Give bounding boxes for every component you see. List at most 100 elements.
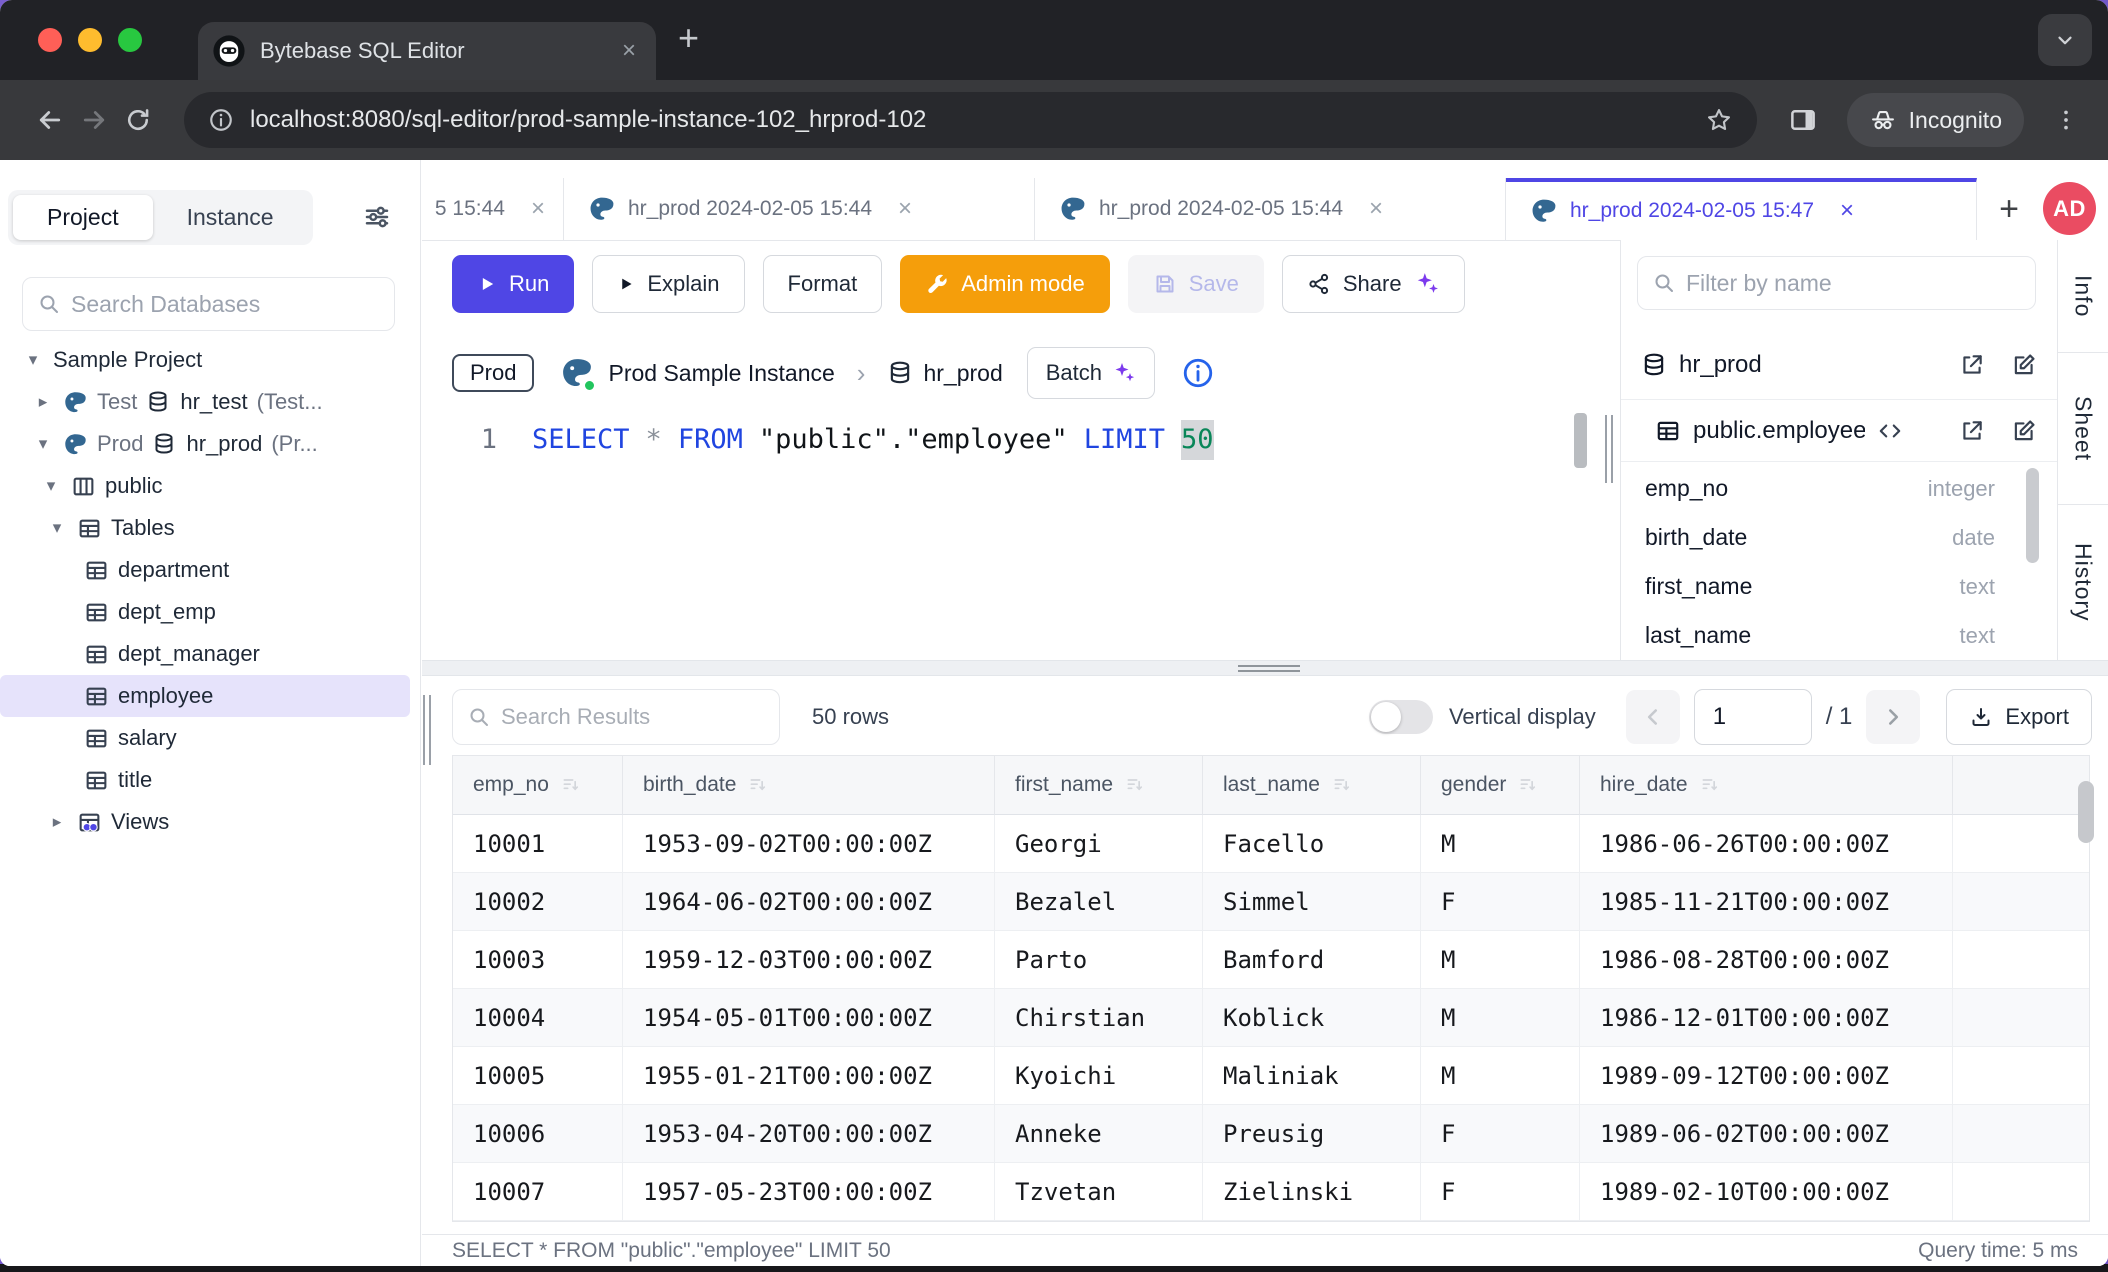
tree-item[interactable]: department: [0, 549, 420, 591]
column-header[interactable]: emp_no: [453, 756, 623, 815]
search-results-input[interactable]: [501, 704, 765, 730]
table-row[interactable]: 10001 1953-09-02T00:00:00Z Georgi Facell…: [453, 815, 2089, 873]
forward-button[interactable]: [72, 98, 116, 142]
sort-icon[interactable]: [1332, 775, 1352, 795]
column-row[interactable]: last_name text: [1621, 611, 2057, 660]
tree-item[interactable]: ▾ Prod hr_prod (Pr...: [0, 423, 420, 465]
side-panel-button[interactable]: [1781, 98, 1825, 142]
explain-button[interactable]: Explain: [592, 255, 744, 313]
tree-item[interactable]: ▾ Tables: [0, 507, 420, 549]
address-bar[interactable]: localhost:8080/sql-editor/prod-sample-in…: [184, 92, 1757, 148]
new-query-tab-button[interactable]: +: [1977, 178, 2041, 241]
close-query-tab-icon[interactable]: ×: [1369, 195, 1383, 223]
share-button[interactable]: Share: [1282, 255, 1465, 313]
tree-item[interactable]: dept_manager: [0, 633, 420, 675]
column-row[interactable]: emp_no integer: [1621, 464, 2057, 513]
close-query-tab-icon[interactable]: ×: [531, 195, 545, 223]
vertical-display-toggle[interactable]: [1369, 700, 1433, 734]
editor-scrollbar[interactable]: [1574, 413, 1587, 468]
sort-icon[interactable]: [748, 775, 768, 795]
column-header[interactable]: birth_date: [623, 756, 995, 815]
table-row[interactable]: 10002 1964-06-02T00:00:00Z Bezalel Simme…: [453, 873, 2089, 931]
run-button[interactable]: Run: [452, 255, 574, 313]
tree-item[interactable]: ▸ Test hr_test (Test...: [0, 381, 420, 423]
close-query-tab-icon[interactable]: ×: [898, 195, 912, 223]
column-header[interactable]: gender: [1421, 756, 1580, 815]
tab-search-chevron-button[interactable]: [2038, 14, 2092, 66]
sidebar-filter-button[interactable]: [362, 202, 392, 232]
export-button[interactable]: Export: [1946, 689, 2092, 745]
browser-tab[interactable]: Bytebase SQL Editor ×: [198, 22, 656, 80]
tree-item[interactable]: title: [0, 759, 420, 801]
batch-button[interactable]: Batch: [1027, 347, 1155, 399]
user-avatar[interactable]: AD: [2043, 182, 2096, 235]
page-number-input[interactable]: [1694, 689, 1812, 745]
site-info-icon[interactable]: [208, 107, 234, 133]
open-external-icon[interactable]: [1959, 418, 1985, 444]
edit-icon[interactable]: [2011, 352, 2037, 378]
table-row[interactable]: 10007 1957-05-23T00:00:00Z Tzvetan Zieli…: [453, 1163, 2089, 1221]
search-databases-input[interactable]: [71, 291, 380, 318]
panel-resize-handle[interactable]: [1605, 415, 1613, 483]
column-row[interactable]: birth_date date: [1621, 513, 2057, 562]
database-name[interactable]: hr_prod: [923, 360, 1002, 387]
results-scrollbar[interactable]: [2078, 781, 2094, 843]
query-tab[interactable]: hr_prod 2024-02-05 15:44 ×: [564, 178, 1035, 240]
tree-item[interactable]: employee: [0, 675, 410, 717]
panel-table-row[interactable]: public.employee: [1621, 400, 2057, 462]
tree-caret-icon[interactable]: ▾: [22, 350, 44, 370]
new-browser-tab-button[interactable]: +: [678, 20, 699, 56]
rail-tab-info[interactable]: Info: [2058, 240, 2108, 353]
rail-tab-history[interactable]: History: [2058, 505, 2108, 659]
tree-caret-icon[interactable]: ▾: [32, 434, 54, 454]
column-row[interactable]: first_name text: [1621, 562, 2057, 611]
tree-item[interactable]: dept_emp: [0, 591, 420, 633]
previous-page-button[interactable]: [1626, 690, 1680, 744]
tree-caret-icon[interactable]: ▾: [40, 476, 62, 496]
back-button[interactable]: [28, 98, 72, 142]
edit-icon[interactable]: [2011, 418, 2037, 444]
open-external-icon[interactable]: [1959, 352, 1985, 378]
connection-info-icon[interactable]: [1181, 356, 1215, 390]
column-header[interactable]: last_name: [1203, 756, 1421, 815]
table-row[interactable]: 10005 1955-01-21T00:00:00Z Kyoichi Malin…: [453, 1047, 2089, 1105]
results-resize-splitter[interactable]: [422, 660, 2108, 676]
tree-caret-icon[interactable]: ▾: [46, 518, 68, 538]
sort-icon[interactable]: [561, 775, 581, 795]
query-tab[interactable]: 5 15:44 ×: [422, 178, 564, 240]
next-page-button[interactable]: [1866, 690, 1920, 744]
reload-button[interactable]: [116, 98, 160, 142]
close-query-tab-icon[interactable]: ×: [1840, 197, 1854, 225]
sort-icon[interactable]: [1518, 775, 1538, 795]
tab-project[interactable]: Project: [13, 195, 153, 240]
view-code-icon[interactable]: [1877, 418, 1903, 444]
column-header[interactable]: hire_date: [1580, 756, 1953, 815]
panel-database-row[interactable]: hr_prod: [1621, 330, 2057, 400]
bookmark-star-icon[interactable]: [1705, 106, 1733, 134]
format-button[interactable]: Format: [763, 255, 883, 313]
close-window-button[interactable]: [38, 28, 62, 52]
tree-item[interactable]: salary: [0, 717, 420, 759]
admin-mode-button[interactable]: Admin mode: [900, 255, 1110, 313]
sql-editor[interactable]: 1 SELECT*FROM"public"."employee"LIMIT50: [422, 408, 1602, 660]
zoom-window-button[interactable]: [118, 28, 142, 52]
column-list-scrollbar[interactable]: [2026, 468, 2039, 563]
sort-icon[interactable]: [1700, 775, 1720, 795]
tree-caret-icon[interactable]: ▸: [32, 392, 54, 412]
tree-item[interactable]: ▸ Views: [0, 801, 420, 843]
browser-menu-button[interactable]: [2044, 98, 2088, 142]
filter-by-name-input[interactable]: [1686, 270, 2021, 297]
table-row[interactable]: 10004 1954-05-01T00:00:00Z Chirstian Kob…: [453, 989, 2089, 1047]
column-header[interactable]: first_name: [995, 756, 1203, 815]
sidebar-resize-handle[interactable]: [423, 695, 431, 765]
query-tab[interactable]: hr_prod 2024-02-05 15:44 ×: [1035, 178, 1506, 240]
instance-name[interactable]: Prod Sample Instance: [608, 360, 834, 387]
sort-icon[interactable]: [1125, 775, 1145, 795]
minimize-window-button[interactable]: [78, 28, 102, 52]
close-browser-tab-icon[interactable]: ×: [622, 39, 636, 63]
table-row[interactable]: 10006 1953-04-20T00:00:00Z Anneke Preusi…: [453, 1105, 2089, 1163]
save-button[interactable]: Save: [1128, 255, 1264, 313]
query-tab[interactable]: hr_prod 2024-02-05 15:47 ×: [1506, 178, 1977, 240]
tree-caret-icon[interactable]: ▸: [46, 812, 68, 832]
table-row[interactable]: 10003 1959-12-03T00:00:00Z Parto Bamford…: [453, 931, 2089, 989]
